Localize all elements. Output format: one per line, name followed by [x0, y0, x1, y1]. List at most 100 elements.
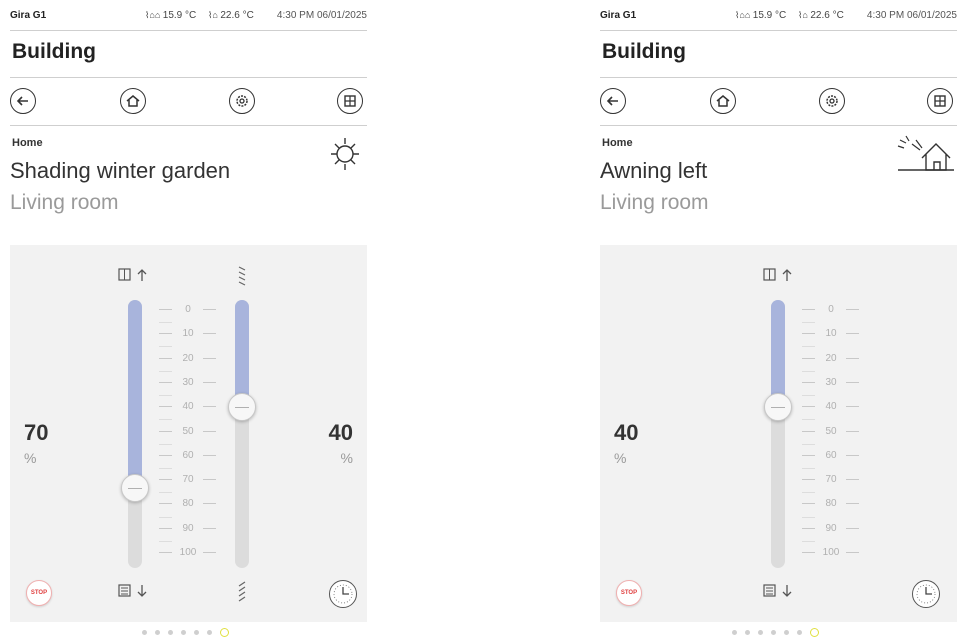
scale-label: 30 [182, 376, 194, 388]
page-dot[interactable] [784, 630, 789, 635]
outdoor-temp-icon: ⌇⌂⌂ [735, 10, 753, 20]
back-button[interactable] [600, 88, 626, 114]
position-slider-track[interactable] [128, 300, 142, 568]
percent-scale: 0 10 20 30 40 50 60 70 80 90 100 [802, 304, 862, 560]
scale-label: 20 [825, 352, 837, 364]
scale-minor-dash [802, 419, 815, 421]
clock: 4:30 PM 06/01/2025 [866, 10, 957, 21]
scale-label: 40 [182, 401, 194, 413]
slat-unit: % [340, 450, 353, 466]
shading-screen: Gira G1 ⌇⌂⌂ 15.9 °C ⌇⌂ 22.6 °C 4:30 PM 0… [10, 0, 367, 639]
status-bar: Gira G1 ⌇⌂⌂ 15.9 °C ⌇⌂ 22.6 °C 4:30 PM 0… [600, 10, 957, 24]
scale-minor-dash [802, 322, 815, 324]
page-dot[interactable] [732, 630, 737, 635]
slats-closed-icon[interactable] [236, 580, 248, 602]
home-button[interactable] [710, 88, 736, 114]
back-button[interactable] [10, 88, 36, 114]
timer-button[interactable] [912, 580, 940, 608]
scale-minor-dash [159, 395, 172, 397]
page-dot[interactable] [758, 630, 763, 635]
scale-label: 50 [182, 425, 194, 437]
clock-icon [916, 584, 936, 604]
scale-label: 60 [825, 449, 837, 461]
scale-minor-dash [802, 516, 815, 518]
page-title: Building [12, 40, 96, 63]
slat-slider-knob[interactable] [228, 393, 256, 422]
page-dot[interactable] [771, 630, 776, 635]
settings-button[interactable] [819, 88, 845, 114]
scale-dash [846, 406, 859, 408]
page-dot[interactable] [142, 630, 147, 635]
scale-label: 80 [825, 498, 837, 510]
stop-label: STOP [30, 590, 48, 596]
grid-button[interactable] [927, 88, 953, 114]
position-slider-knob[interactable] [121, 473, 149, 502]
scale-label: 100 [822, 547, 840, 558]
scale-dash [203, 357, 216, 359]
scale-tick: 90 [159, 523, 219, 535]
position-slider-track[interactable] [771, 300, 785, 568]
room-name: Living room [600, 191, 709, 214]
scale-dash [802, 527, 815, 529]
scale-dash [846, 479, 859, 481]
scale-minor-dash [802, 346, 815, 348]
slat-value: 40 [328, 420, 353, 445]
awning-extend-icon[interactable] [763, 583, 795, 599]
scale-minor-dash [802, 443, 815, 445]
grid-button[interactable] [337, 88, 363, 114]
divider [600, 77, 957, 78]
page-dot[interactable] [194, 630, 199, 635]
scale-tick: 0 [159, 304, 219, 316]
scale-dash [203, 309, 216, 310]
position-unit: % [614, 450, 627, 466]
scale-minor-dash [159, 540, 172, 542]
scale-dash [203, 503, 216, 505]
scale-dash [203, 381, 216, 383]
scale-dash [159, 333, 172, 335]
page-dot[interactable] [155, 630, 160, 635]
clock: 4:30 PM 06/01/2025 [276, 10, 367, 21]
scale-dash [203, 479, 216, 481]
slat-slider-track[interactable] [235, 300, 249, 568]
blind-down-icon[interactable] [118, 583, 150, 599]
page-dot-active[interactable] [220, 628, 229, 637]
scale-dash [159, 454, 172, 456]
scale-dash [802, 381, 815, 383]
page-dot[interactable] [207, 630, 212, 635]
page-dot[interactable] [745, 630, 750, 635]
page-dot-active[interactable] [810, 628, 819, 637]
scale-dash [159, 503, 172, 505]
settings-button[interactable] [229, 88, 255, 114]
position-slider-knob[interactable] [764, 393, 792, 422]
scale-tick: 100 [802, 547, 862, 559]
scale-tick: 80 [159, 498, 219, 510]
scale-label: 70 [182, 474, 194, 486]
slat-slider-fill [235, 300, 249, 408]
scale-tick: 0 [802, 304, 862, 316]
scale-tick: 10 [159, 328, 219, 340]
scale-label: 100 [179, 547, 197, 558]
divider [600, 125, 957, 126]
scale-minor-dash [159, 419, 172, 421]
awning-screen: Gira G1 ⌇⌂⌂ 15.9 °C ⌇⌂ 22.6 °C 4:30 PM 0… [600, 0, 957, 639]
scale-dash [846, 454, 859, 456]
page-dot[interactable] [168, 630, 173, 635]
scale-minor-dash [159, 492, 172, 494]
scale-label: 90 [825, 522, 837, 534]
page-dot[interactable] [181, 630, 186, 635]
scale-label: 10 [182, 328, 194, 340]
scale-dash [802, 454, 815, 456]
page-dot[interactable] [797, 630, 802, 635]
blind-up-icon [118, 268, 147, 281]
home-button[interactable] [120, 88, 146, 114]
scale-label: 20 [182, 352, 194, 364]
timer-button[interactable] [329, 580, 357, 608]
device-name: Gira G1 [600, 10, 637, 21]
scale-dash [846, 309, 859, 310]
scale-minor-dash [802, 540, 815, 542]
stop-button[interactable]: STOP [616, 580, 642, 606]
slats-open-icon [238, 266, 246, 286]
indoor-temp-icon: ⌇⌂ [798, 10, 811, 20]
stop-button[interactable]: STOP [26, 580, 52, 606]
scale-dash [846, 552, 859, 553]
